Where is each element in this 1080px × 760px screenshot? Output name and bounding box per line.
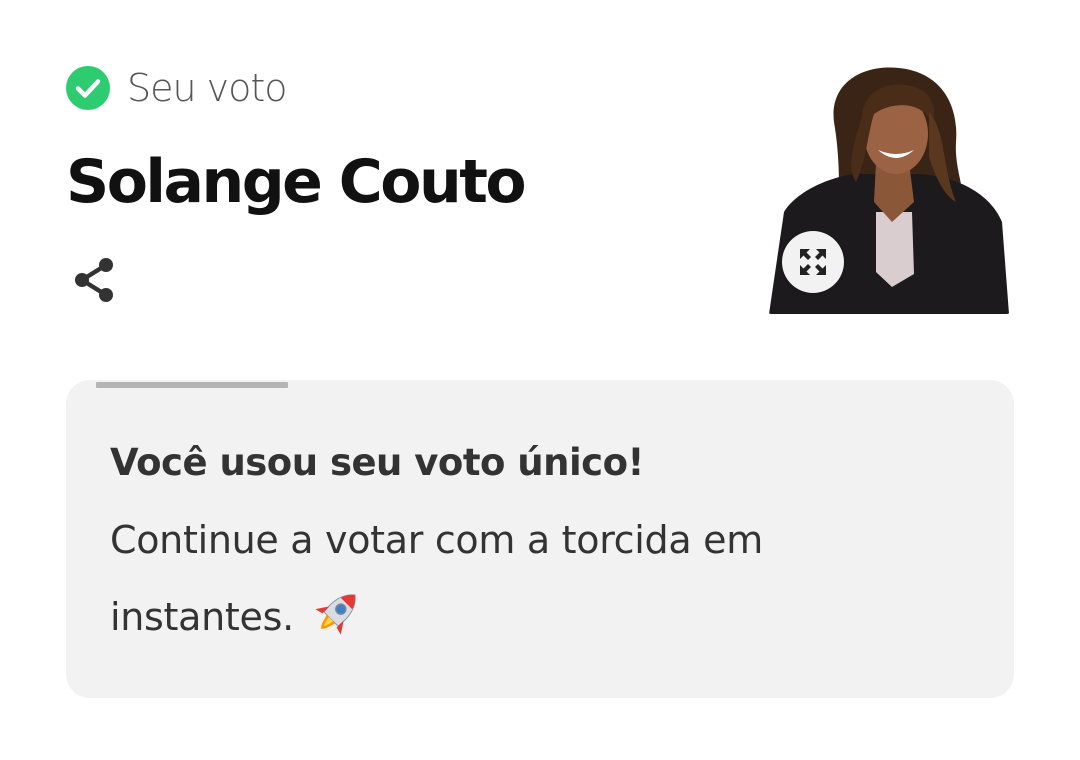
info-card: Você usou seu voto único! Continue a vot… bbox=[66, 380, 1014, 698]
expand-photo-button[interactable] bbox=[782, 231, 844, 293]
share-button[interactable] bbox=[66, 252, 122, 308]
expand-icon bbox=[800, 249, 826, 275]
vote-status: Seu voto bbox=[66, 66, 288, 110]
vote-confirmation-page: Seu voto Solange Couto Você usou seu vot… bbox=[0, 0, 1080, 760]
check-circle-icon bbox=[66, 66, 110, 110]
vote-status-label: Seu voto bbox=[127, 66, 288, 110]
countdown-progress-track bbox=[96, 382, 522, 388]
card-message: Continue a votar com a torcida em instan… bbox=[110, 518, 763, 639]
card-title: Você usou seu voto único! bbox=[110, 441, 644, 484]
card-text: Continue a votar com a torcida em instan… bbox=[110, 502, 870, 656]
countdown-progress-bar bbox=[96, 382, 288, 388]
share-icon bbox=[75, 258, 113, 302]
candidate-name: Solange Couto bbox=[66, 147, 527, 217]
rocket-emoji-icon bbox=[315, 594, 356, 635]
